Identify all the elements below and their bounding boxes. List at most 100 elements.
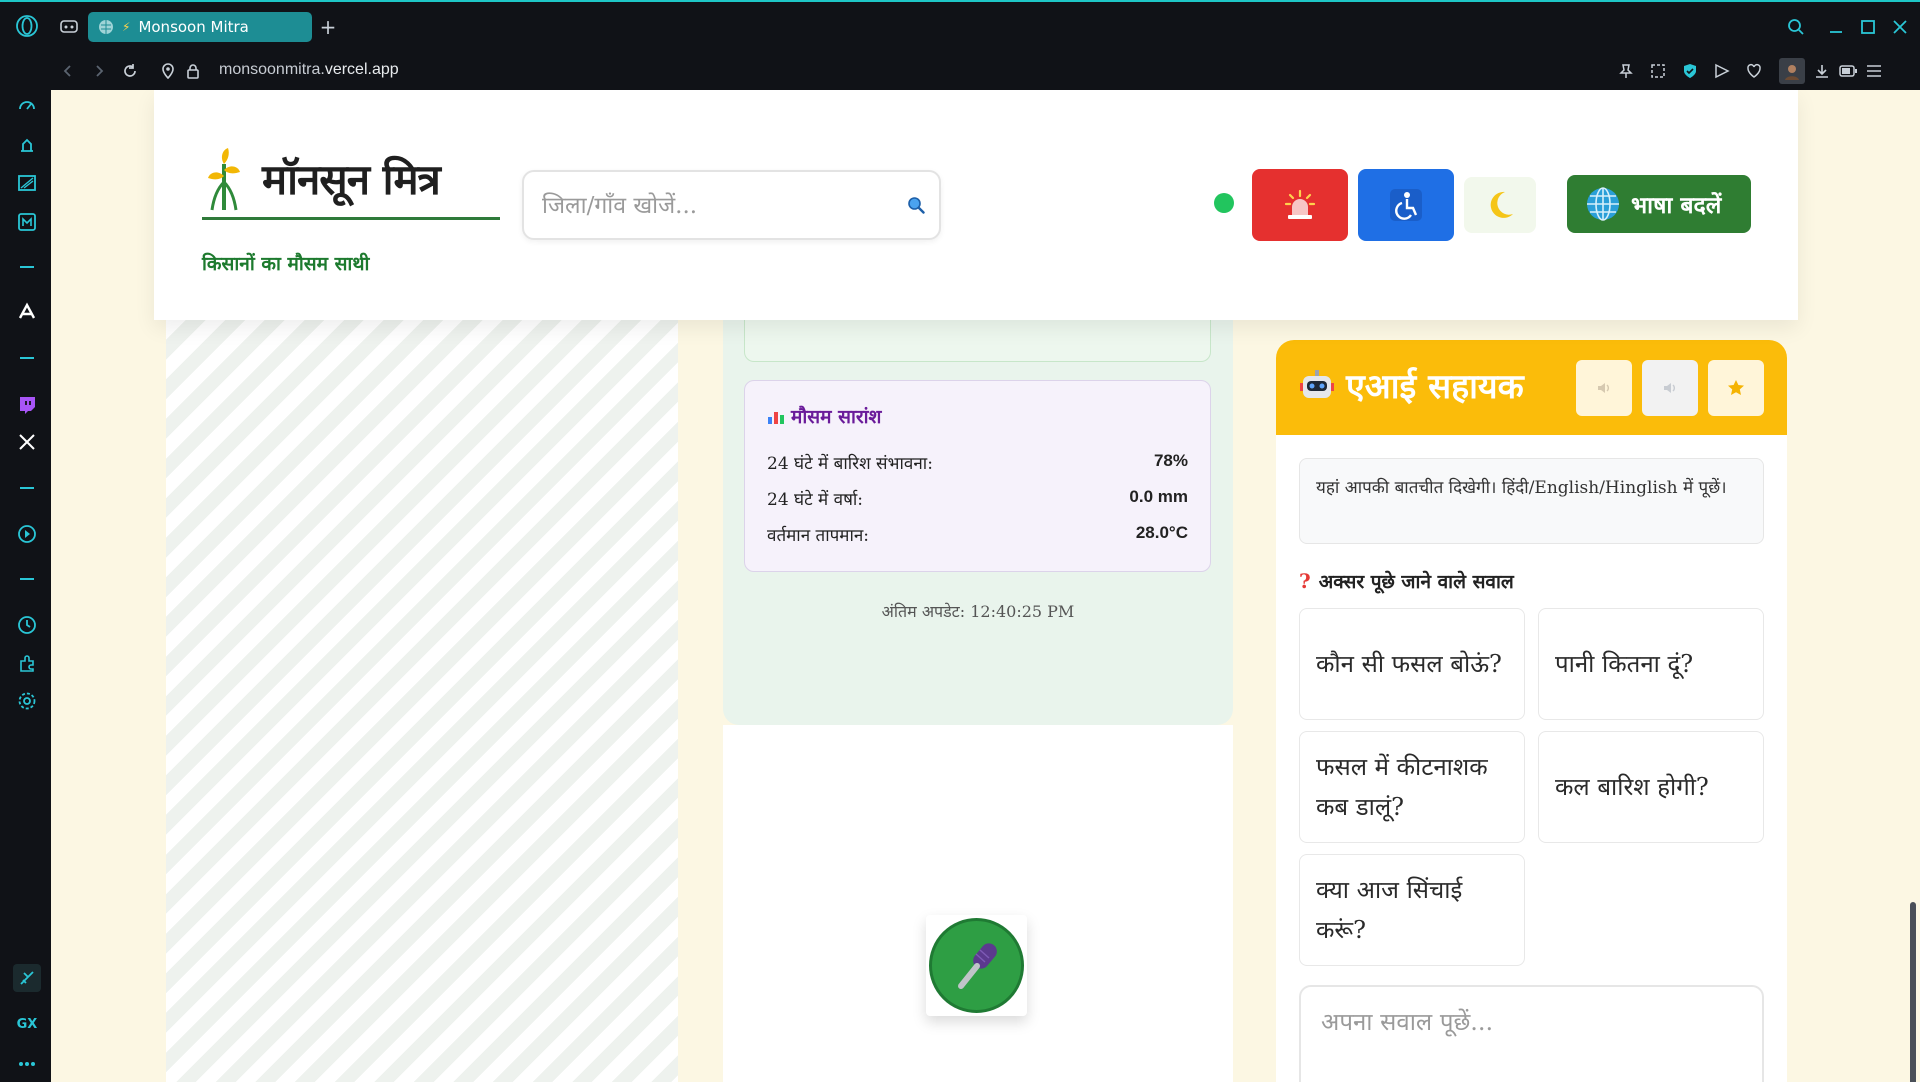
- speaker-icon: [1596, 381, 1612, 395]
- close-window-icon[interactable]: [1889, 16, 1911, 38]
- accessibility-button[interactable]: [1358, 169, 1454, 241]
- faq-button[interactable]: कौन सी फसल बोऊं?: [1299, 608, 1525, 720]
- aria-icon[interactable]: [13, 298, 41, 326]
- faq-button[interactable]: पानी कितना दूं?: [1538, 608, 1764, 720]
- row-value: 28.0°C: [1135, 523, 1188, 542]
- minimize-icon[interactable]: [1825, 16, 1847, 38]
- faq-button[interactable]: क्या आज सिंचाई करूं?: [1299, 854, 1525, 966]
- url-prefix: monsoonmitra.: [219, 61, 325, 78]
- player-send-icon[interactable]: [1711, 60, 1733, 82]
- speaker-button[interactable]: [1576, 360, 1632, 416]
- search-input[interactable]: [542, 190, 882, 222]
- battery-icon[interactable]: [1837, 60, 1859, 82]
- summary-row-temperature: वर्तमान तापमान: 28.0°C: [767, 523, 1188, 546]
- reload-icon[interactable]: [119, 60, 141, 82]
- speed-dial-icon[interactable]: [13, 91, 41, 119]
- weather-card: मौसम सारांश 24 घंटे में बारिश संभावना: 7…: [723, 320, 1233, 725]
- sidebar-divider: [20, 578, 34, 580]
- x-twitter-icon[interactable]: [13, 428, 41, 456]
- change-language-button[interactable]: भाषा बदलें: [1567, 175, 1751, 233]
- dark-mode-toggle[interactable]: [1464, 177, 1536, 233]
- location-search[interactable]: [522, 170, 941, 240]
- gx-cleaner-icon[interactable]: [13, 964, 41, 992]
- vpn-shield-icon[interactable]: [1679, 60, 1701, 82]
- page-viewport: मौसम सारांश 24 घंटे में बारिश संभावना: 7…: [51, 90, 1920, 1082]
- gx-control-icon[interactable]: [13, 131, 41, 159]
- search-icon[interactable]: [907, 196, 925, 214]
- emergency-alert-button[interactable]: [1252, 169, 1348, 241]
- browser-sidebar: GX: [0, 2, 51, 1082]
- chat-log: यहां आपकी बातचीत दिखेगी। हिंदी/English/H…: [1299, 458, 1764, 544]
- summary-heading: मौसम सारांश: [767, 403, 881, 429]
- app-name: मॉनसून मित्र: [262, 155, 441, 204]
- search-tabs-icon[interactable]: [1785, 16, 1807, 38]
- row-label: वर्तमान तापमान:: [767, 526, 870, 546]
- row-value: 78%: [1153, 451, 1188, 470]
- last-update-text: अंतिम अपडेट: 12:40:25 PM: [881, 602, 1075, 621]
- summary-row-rainfall: 24 घंटे में वर्षा: 0.0 mm: [767, 487, 1188, 510]
- extensions-icon[interactable]: [13, 649, 41, 677]
- more-icon[interactable]: [13, 1050, 41, 1078]
- assistant-header: एआई सहायक: [1276, 340, 1787, 435]
- row-value: 0.0 mm: [1129, 487, 1188, 506]
- star-icon: [1727, 379, 1745, 397]
- pin-icon[interactable]: [1615, 60, 1637, 82]
- sidebar-divider: [20, 357, 34, 359]
- easy-setup-icon[interactable]: [1863, 60, 1885, 82]
- workspace-icon[interactable]: [58, 16, 80, 38]
- bar-chart-icon: [767, 407, 785, 425]
- back-icon[interactable]: [57, 60, 79, 82]
- new-tab-button[interactable]: +: [317, 15, 339, 39]
- location-pin-icon[interactable]: [157, 60, 179, 82]
- ai-assistant-panel: एआई सहायक यहां आपकी बातचीत दिखेगी। हिंदी…: [1276, 340, 1787, 1082]
- speaker-icon: [1662, 381, 1678, 395]
- header-faded-text: [774, 120, 778, 136]
- lock-icon[interactable]: [182, 60, 204, 82]
- address-bar: monsoonmitra.vercel.app: [51, 52, 1920, 90]
- browser-window: GX ⚡ Monsoon Mitra + monsoonmitra.vercel…: [0, 0, 1920, 1082]
- alert-box-partial: [744, 320, 1211, 362]
- online-status-dot: [1214, 193, 1234, 213]
- globe-icon: [1585, 186, 1621, 222]
- site-logo[interactable]: मॉनसून मित्र: [202, 140, 500, 220]
- robot-icon: [1300, 368, 1334, 404]
- microphone-icon: [947, 936, 1007, 996]
- tab-monsoon-mitra[interactable]: ⚡ Monsoon Mitra: [88, 12, 312, 42]
- favorite-button[interactable]: [1708, 360, 1764, 416]
- wheat-logo-icon: [202, 146, 248, 212]
- gx-label[interactable]: GX: [13, 1010, 41, 1038]
- row-label: 24 घंटे में बारिश संभावना:: [767, 454, 933, 474]
- faq-button[interactable]: फसल में कीटनाशक कब डालूं?: [1299, 731, 1525, 843]
- url-text[interactable]: monsoonmitra.vercel.app: [219, 61, 399, 79]
- speaker-mute-button[interactable]: [1642, 360, 1698, 416]
- maximize-icon[interactable]: [1857, 16, 1879, 38]
- weather-summary: मौसम सारांश 24 घंटे में बारिश संभावना: 7…: [744, 380, 1211, 572]
- settings-icon[interactable]: [13, 687, 41, 715]
- assistant-title: एआई सहायक: [1346, 367, 1524, 407]
- heart-icon[interactable]: [1743, 60, 1765, 82]
- question-input[interactable]: [1321, 1005, 1741, 1065]
- app-tagline: किसानों का मौसम साथी: [202, 253, 370, 275]
- question-input-box[interactable]: [1299, 985, 1764, 1082]
- page-scrollbar[interactable]: [1910, 902, 1916, 1082]
- sidebar-divider: [20, 266, 34, 268]
- siren-icon: [1282, 187, 1318, 223]
- row-label: 24 घंटे में वर्षा:: [767, 490, 864, 510]
- gx-corner-icon[interactable]: [13, 169, 41, 197]
- opera-logo-icon[interactable]: [13, 12, 41, 40]
- avatar[interactable]: [1779, 58, 1805, 84]
- faq-button[interactable]: कल बारिश होगी?: [1538, 731, 1764, 843]
- summary-row-rain-chance: 24 घंटे में बारिश संभावना: 78%: [767, 451, 1188, 474]
- question-mark-icon: ?: [1299, 569, 1311, 593]
- url-domain: vercel.app: [324, 61, 399, 78]
- player-icon[interactable]: [13, 520, 41, 548]
- history-icon[interactable]: [13, 611, 41, 639]
- twitch-icon[interactable]: [13, 391, 41, 419]
- download-icon[interactable]: [1811, 60, 1833, 82]
- snapshot-icon[interactable]: [1647, 60, 1669, 82]
- forward-icon[interactable]: [88, 60, 110, 82]
- globe-icon: [98, 19, 114, 35]
- messenger-icon[interactable]: [13, 208, 41, 236]
- map-placeholder-panel: [166, 320, 678, 1082]
- voice-input-button[interactable]: [926, 915, 1027, 1016]
